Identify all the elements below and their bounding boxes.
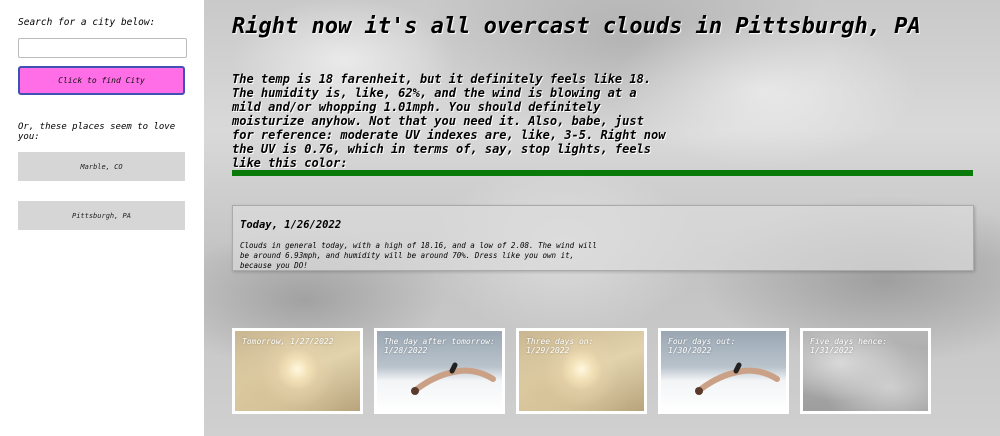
forecast-card: The day after tomorrow: 1/28/2022 [374,328,505,414]
saved-city-button[interactable]: Pittsburgh, PA [18,201,185,230]
forecast-date: Tomorrow, 1/27/2022 [242,337,334,346]
forecast-card: Three days on: 1/29/2022 [516,328,647,414]
today-card: Today, 1/26/2022 Clouds in general today… [232,205,974,271]
current-weather-headline: Right now it's all overcast clouds in Pi… [232,14,921,39]
forecast-card: Tomorrow, 1/27/2022 [232,328,363,414]
diver-image-icon [695,362,780,395]
forecast-date: Three days on: 1/29/2022 [526,337,594,355]
uv-color-bar [232,170,973,176]
sidebar: Search for a city below: Click to find C… [0,0,204,436]
forecast-card: Five days hence: 1/31/2022 [800,328,931,414]
forecast-row: Tomorrow, 1/27/2022 The day after tomorr… [232,328,931,414]
favorites-label: Or, these places seem to love you: [18,122,176,142]
forecast-card: Four days out: 1/30/2022 [658,328,789,414]
search-label: Search for a city below: [18,17,156,28]
forecast-date: Five days hence: 1/31/2022 [810,337,888,355]
weather-main: Right now it's all overcast clouds in Pi… [204,0,1000,436]
diver-image-icon [411,362,496,395]
forecast-date: Four days out: 1/30/2022 [668,337,736,355]
today-description: Clouds in general today, with a high of … [240,241,597,270]
forecast-date: The day after tomorrow: 1/28/2022 [384,337,495,355]
find-city-button[interactable]: Click to find City [18,66,185,95]
today-title: Today, 1/26/2022 [240,219,342,231]
city-search-input[interactable] [18,38,187,58]
saved-city-button[interactable]: Marble, CO [18,152,185,181]
current-weather-details: The temp is 18 farenheit, but it definit… [232,72,666,170]
